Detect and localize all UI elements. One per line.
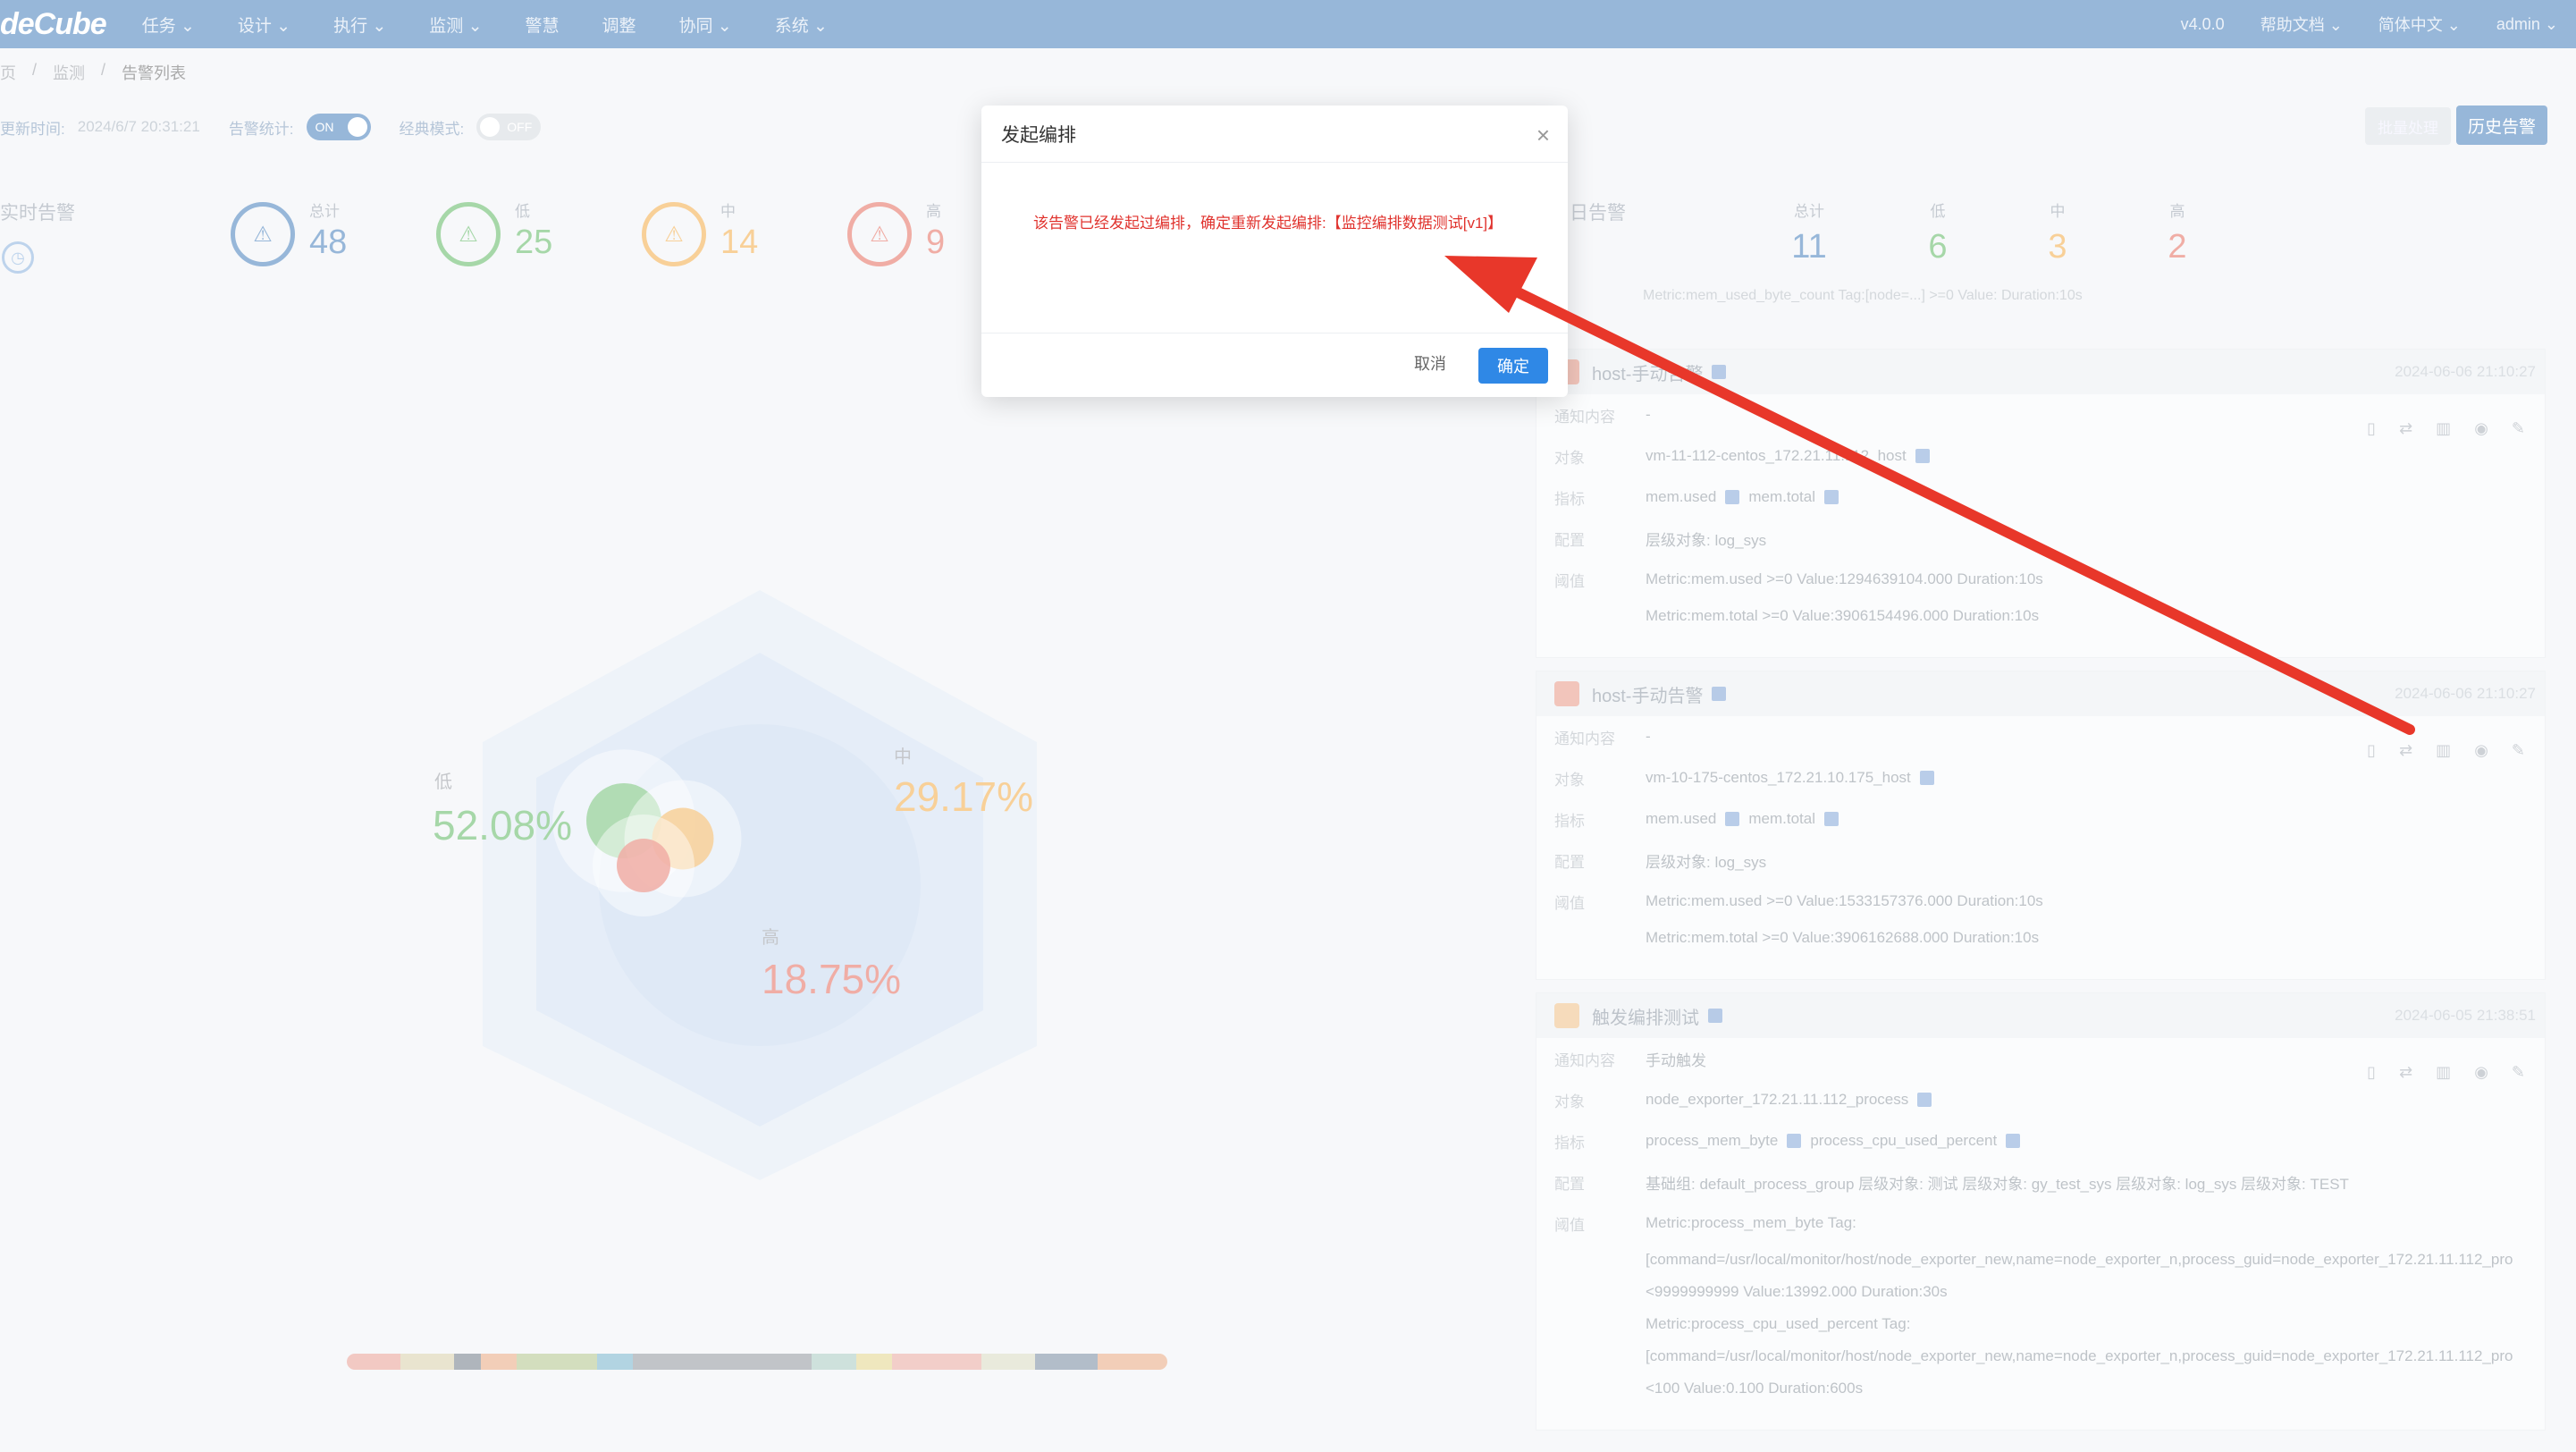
orchestrate-dialog: 发起编排 × 该告警已经发起过编排，确定重新发起编排:【监控编排数据测试[v1]…: [981, 106, 1568, 397]
close-icon[interactable]: ×: [1536, 122, 1550, 149]
confirm-button[interactable]: 确定: [1478, 348, 1548, 384]
dialog-header: 发起编排 ×: [981, 106, 1568, 163]
dialog-footer: 取消 确定: [981, 333, 1568, 397]
dialog-title: 发起编排: [1001, 124, 1076, 146]
cancel-button[interactable]: 取消: [1414, 351, 1446, 375]
dialog-message: 该告警已经发起过编排，确定重新发起编排:【监控编排数据测试[v1]】: [1033, 215, 1503, 232]
